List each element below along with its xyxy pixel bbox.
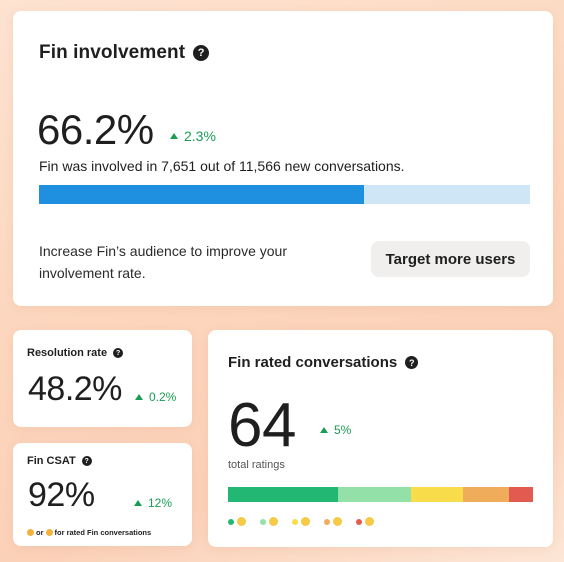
fin-csat-title: Fin CSAT — [27, 455, 76, 467]
legend-item-bad — [324, 517, 342, 526]
fin-involvement-title: Fin involvement — [39, 42, 186, 63]
amazing-emoji-icon — [237, 517, 246, 526]
legend-item-ok — [292, 517, 310, 526]
fin-involvement-delta: 2.3% — [170, 128, 216, 144]
fin-rated-delta-value: 5% — [334, 423, 352, 437]
fin-rated-conversations-card: Fin rated conversations ? 64 5% total ra… — [208, 330, 553, 547]
arrow-up-icon — [170, 133, 178, 139]
arrow-up-icon — [135, 394, 143, 400]
fin-rated-title: Fin rated conversations — [228, 354, 398, 371]
legend-dot-ok — [292, 518, 298, 525]
fin-involvement-progress-bar — [39, 185, 530, 204]
fin-rated-header: Fin rated conversations ? — [228, 354, 419, 371]
question-circle-icon[interactable]: ? — [405, 356, 419, 369]
fin-involvement-header: Fin involvement ? — [39, 42, 210, 64]
rating-segment-ok — [410, 487, 463, 502]
question-circle-icon[interactable]: ? — [81, 456, 92, 466]
resolution-rate-title: Resolution rate — [27, 347, 108, 359]
rating-legend — [228, 517, 374, 526]
rating-segment-terrible — [508, 487, 533, 502]
rating-segment-bad — [462, 487, 509, 502]
fin-involvement-progress-fill — [39, 185, 364, 204]
question-circle-icon[interactable]: ? — [113, 348, 124, 358]
arrow-up-icon — [320, 427, 328, 433]
bad-emoji-icon — [333, 517, 342, 526]
fin-involvement-hint: Increase Fin’s audience to improve your … — [39, 243, 287, 281]
legend-dot-amazing — [228, 518, 234, 525]
great-emoji-icon — [27, 529, 34, 536]
fin-rated-delta: 5% — [320, 423, 351, 437]
legend-item-great — [260, 517, 278, 526]
question-circle-icon[interactable]: ? — [193, 45, 210, 61]
fin-involvement-description: Fin was involved in 7,651 out of 11,566 … — [39, 158, 405, 174]
resolution-rate-card: Resolution rate ? 48.2% 0.2% — [13, 330, 192, 427]
amazing-emoji-icon — [45, 529, 53, 536]
terrible-emoji-icon — [365, 517, 374, 526]
fin-rated-subtitle: total ratings — [228, 459, 285, 471]
resolution-rate-header: Resolution rate ? — [27, 347, 124, 359]
resolution-rate-delta: 0.2% — [135, 390, 176, 404]
fin-csat-footnote-or: or — [36, 528, 44, 537]
arrow-up-icon — [134, 500, 142, 506]
fin-csat-footnote: or for rated Fin conversations — [27, 528, 151, 537]
legend-item-terrible — [356, 517, 374, 526]
fin-csat-header: Fin CSAT ? — [27, 455, 92, 467]
ok-emoji-icon — [301, 517, 310, 526]
fin-involvement-card: Fin involvement ? 66.2% 2.3% Fin was inv… — [13, 11, 553, 306]
fin-involvement-delta-value: 2.3% — [184, 128, 216, 144]
resolution-rate-value: 48.2% — [28, 370, 122, 408]
fin-csat-card: Fin CSAT ? 92% 12% or for rated Fin conv… — [13, 443, 192, 546]
rating-segment-amazing — [228, 487, 338, 502]
rating-segment-great — [337, 487, 411, 502]
fin-csat-delta: 12% — [134, 496, 172, 510]
great-emoji-icon — [269, 517, 278, 526]
legend-dot-bad — [324, 518, 330, 525]
rating-distribution-bar — [228, 487, 533, 502]
fin-csat-value: 92% — [28, 476, 95, 514]
legend-dot-terrible — [356, 518, 362, 525]
fin-rated-value: 64 — [228, 391, 296, 460]
legend-dot-great — [260, 518, 266, 525]
resolution-rate-delta-value: 0.2% — [149, 390, 177, 404]
fin-csat-footnote-text: for rated Fin conversations — [54, 528, 152, 537]
target-more-users-button[interactable]: Target more users — [371, 241, 530, 277]
fin-involvement-value: 66.2% — [37, 106, 154, 153]
legend-item-amazing — [228, 517, 246, 526]
fin-csat-delta-value: 12% — [148, 496, 173, 510]
